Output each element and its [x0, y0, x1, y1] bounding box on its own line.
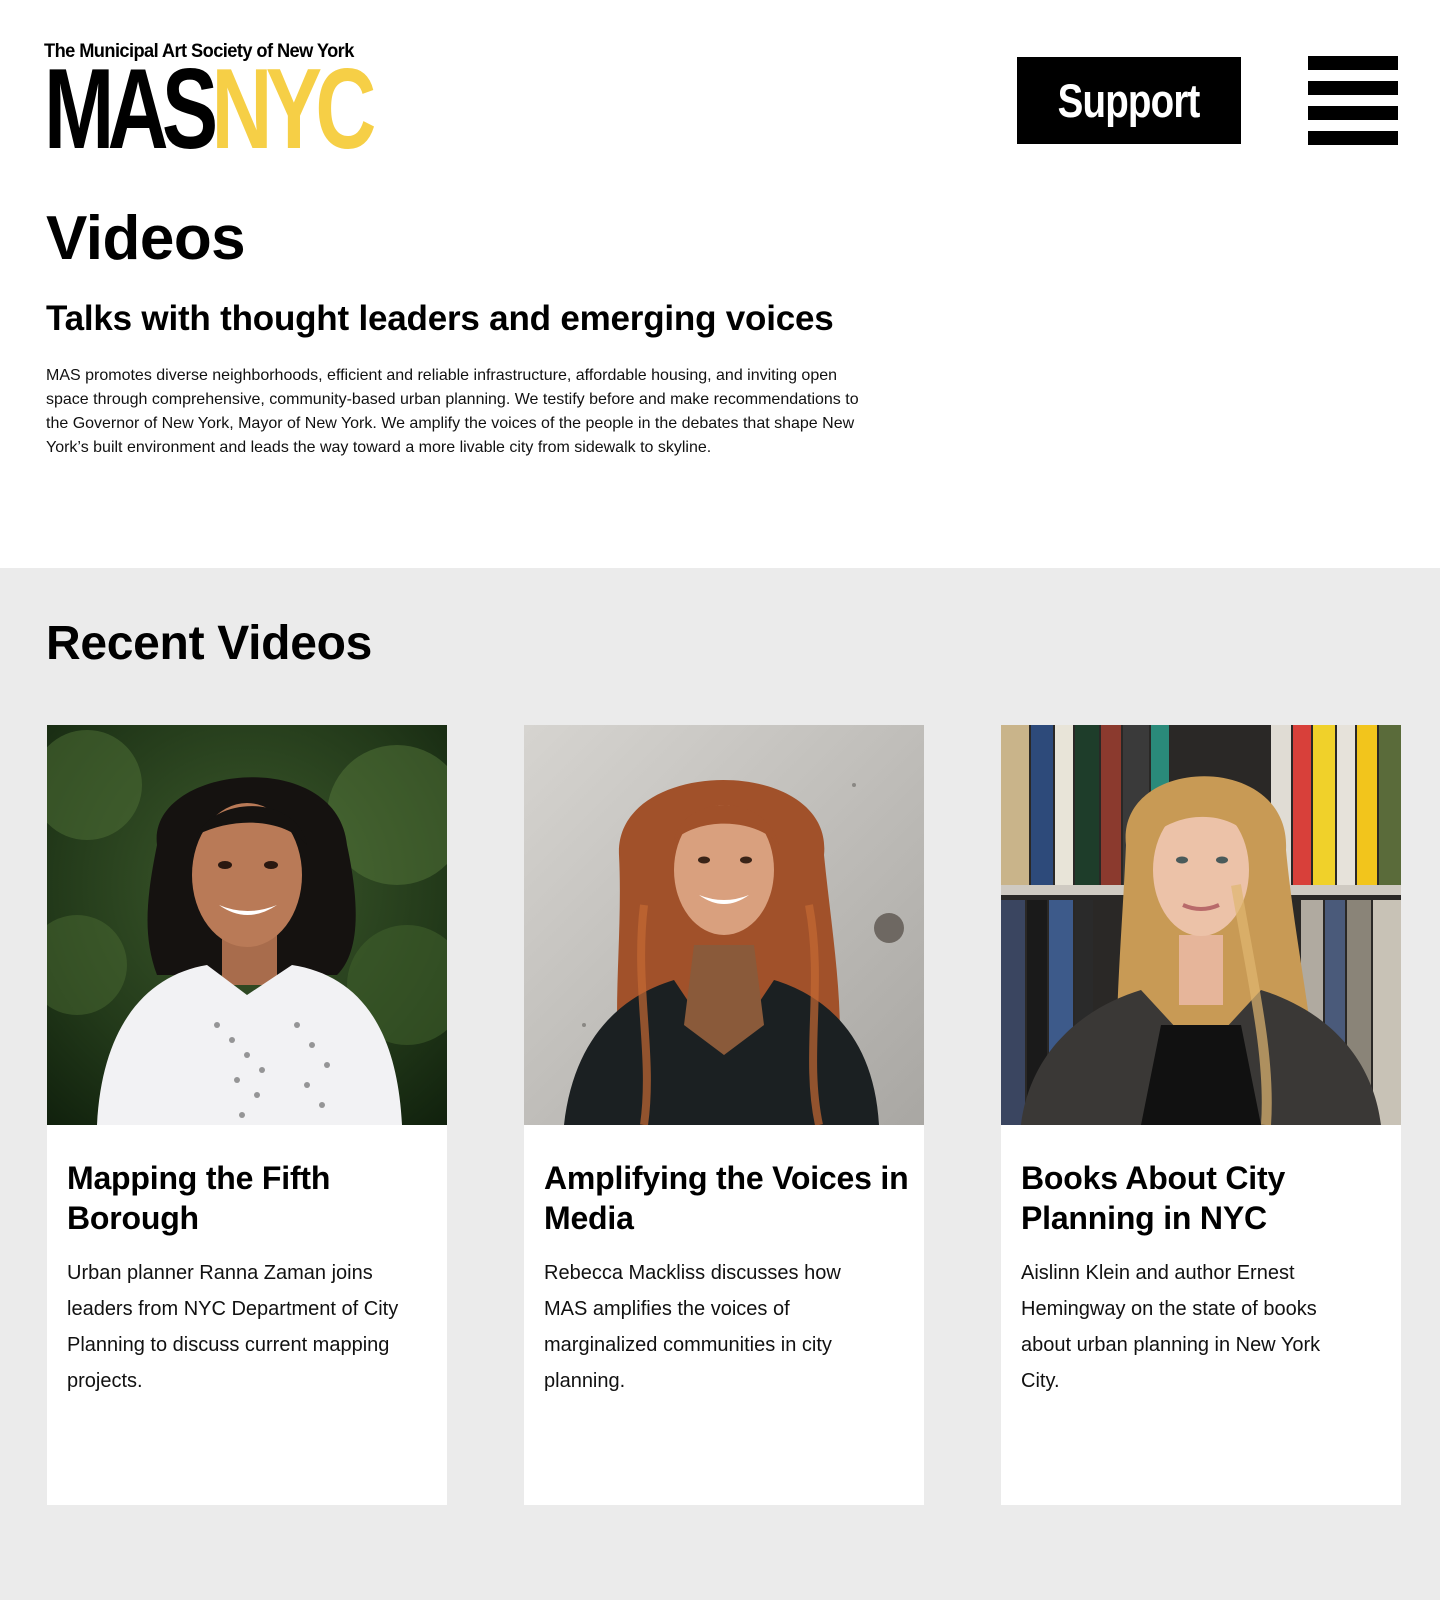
logo-mas: MAS: [44, 46, 218, 173]
video-card-description: Aislinn Klein and author Ernest Hemingwa…: [1021, 1262, 1321, 1392]
video-thumbnail[interactable]: [47, 725, 447, 1125]
video-card[interactable]: Amplifying the Voices in Media Rebecca M…: [524, 725, 924, 1505]
video-thumbnail[interactable]: [524, 725, 924, 1125]
menu-bar: [1308, 56, 1398, 70]
video-card-title[interactable]: Mapping the Fifth Borough: [67, 1158, 432, 1238]
video-card-description: Urban planner Ranna Zaman joins leaders …: [67, 1262, 399, 1392]
portrait-image: [47, 725, 447, 1125]
page-description: MAS promotes diverse neighborhoods, effi…: [46, 367, 859, 456]
support-button[interactable]: Support: [1017, 57, 1241, 144]
video-card[interactable]: Books About City Planning in NYC Aislinn…: [1001, 725, 1401, 1505]
video-card-title[interactable]: Amplifying the Voices in Media: [544, 1158, 909, 1238]
page-subtitle: Talks with thought leaders and emerging …: [46, 299, 834, 338]
support-button-label: Support: [1058, 74, 1201, 127]
menu-bar: [1308, 106, 1398, 120]
video-thumbnail[interactable]: [1001, 725, 1401, 1125]
page-title: Videos: [46, 204, 246, 273]
hamburger-menu-icon[interactable]: [1308, 56, 1398, 146]
video-card-title[interactable]: Books About City Planning in NYC: [1021, 1158, 1386, 1238]
video-card[interactable]: Mapping the Fifth Borough Urban planner …: [47, 725, 447, 1505]
portrait-image: [524, 725, 924, 1125]
menu-bar: [1308, 81, 1398, 95]
recent-videos-section: Recent Videos Mapping the Fifth Borough …: [0, 568, 1440, 1600]
portrait-image: [1001, 725, 1401, 1125]
logo-nyc: NYC: [211, 46, 376, 173]
recent-videos-title: Recent Videos: [46, 617, 373, 670]
site-logo[interactable]: The Municipal Art Society of New York MA…: [44, 42, 376, 167]
logo-wordmark: MASNYC: [44, 53, 376, 167]
menu-bar: [1308, 131, 1398, 145]
video-card-description: Rebecca Mackliss discusses how MAS ampli…: [544, 1262, 841, 1392]
